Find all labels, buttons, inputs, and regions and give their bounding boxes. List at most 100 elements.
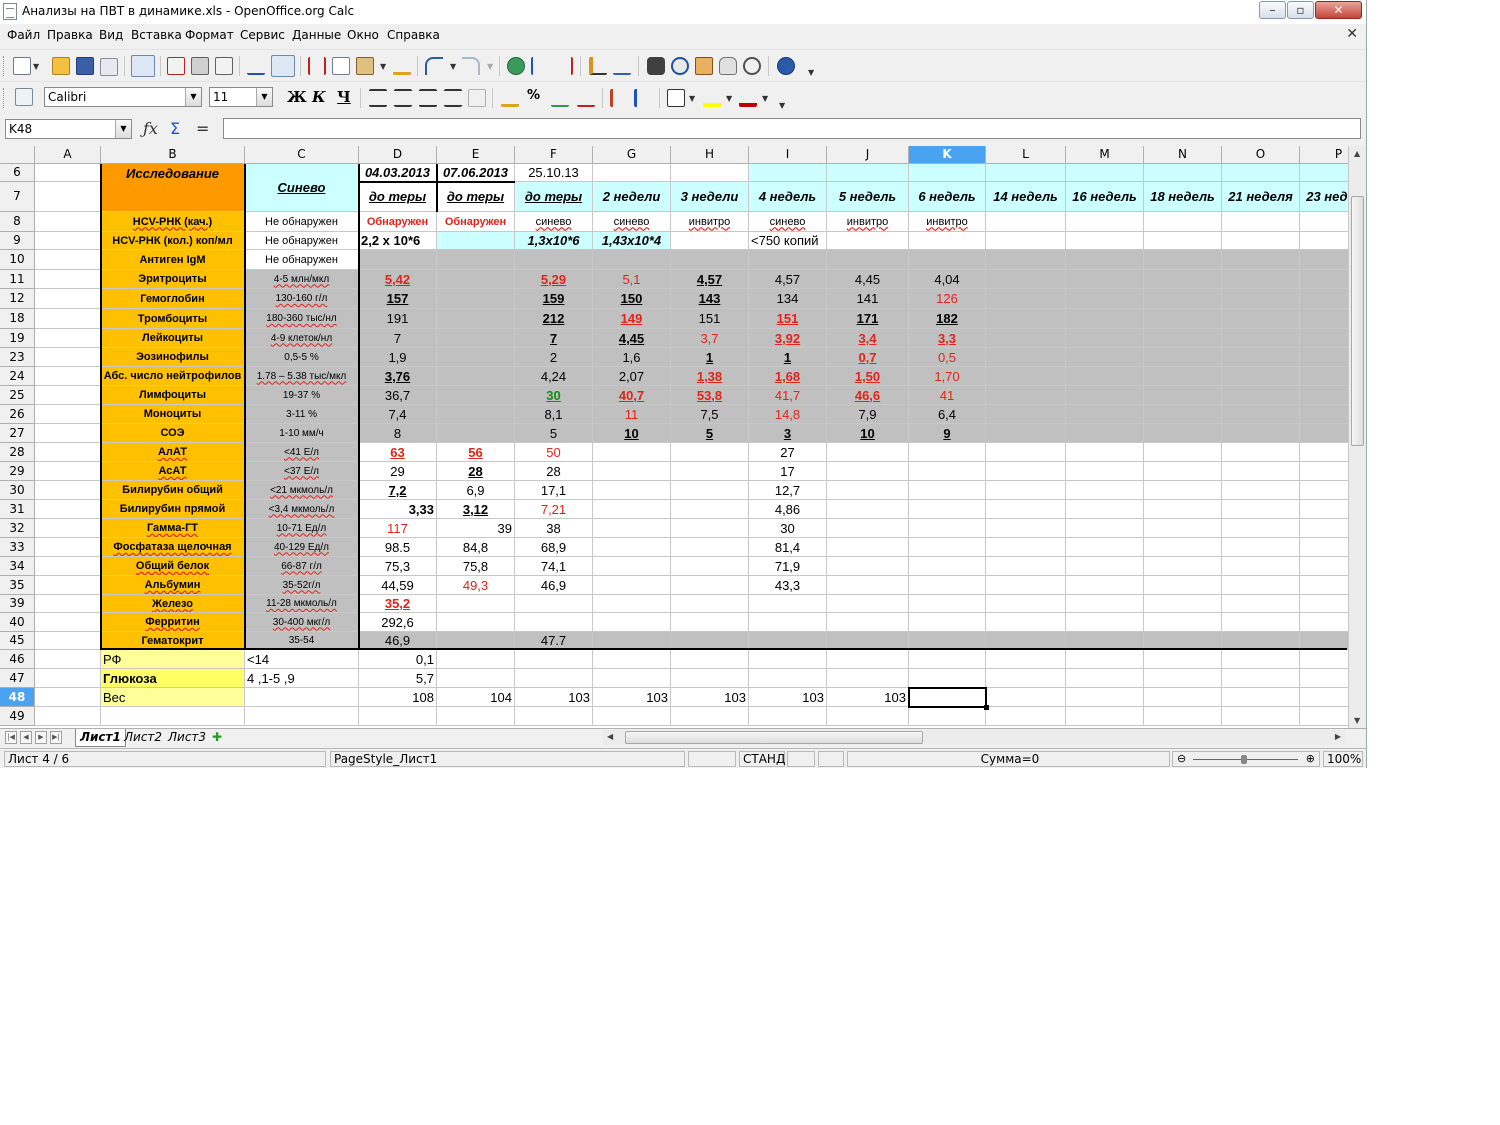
cell-c26[interactable]: 3-11 %	[245, 405, 359, 424]
cell-i9[interactable]: <750 копий	[749, 232, 827, 250]
cell-f10[interactable]	[515, 250, 593, 270]
cell-p33[interactable]	[1300, 538, 1348, 557]
cell-l8[interactable]	[986, 212, 1066, 232]
cell-o12[interactable]	[1222, 289, 1300, 309]
cell-n24[interactable]	[1144, 367, 1222, 386]
chevron-down-icon[interactable]: ▼	[185, 88, 201, 106]
menu-edit[interactable]: Правка	[47, 28, 93, 42]
cell-f18[interactable]: 212	[515, 309, 593, 329]
cell-p27[interactable]	[1300, 424, 1348, 443]
cell-j29[interactable]	[827, 462, 909, 481]
cell-e29[interactable]: 28	[437, 462, 515, 481]
cell-a11[interactable]	[35, 270, 101, 289]
cell-d46[interactable]: 0,1	[359, 650, 437, 669]
cell-l46[interactable]	[986, 650, 1066, 669]
cell-l48[interactable]	[986, 688, 1066, 707]
cell-i24[interactable]: 1,68	[749, 367, 827, 386]
cell-p23[interactable]	[1300, 348, 1348, 367]
cell-l47[interactable]	[986, 669, 1066, 688]
cell-h8[interactable]: инвитро	[671, 212, 749, 232]
cell-b12[interactable]: Гемоглобин	[101, 289, 245, 309]
cell-i11[interactable]: 4,57	[749, 270, 827, 289]
cell-p6[interactable]	[1300, 164, 1348, 182]
cell-e7[interactable]: до теры	[437, 182, 515, 212]
cell-n39[interactable]	[1144, 595, 1222, 613]
cell-n10[interactable]	[1144, 250, 1222, 270]
cell-a32[interactable]	[35, 519, 101, 538]
cell-d33[interactable]: 98.5	[359, 538, 437, 557]
cell-e10[interactable]	[437, 250, 515, 270]
cell-b29[interactable]: АсАТ	[101, 462, 245, 481]
cell-m27[interactable]	[1066, 424, 1144, 443]
cell-d34[interactable]: 75,3	[359, 557, 437, 576]
cell-o7[interactable]: 21 неделя	[1222, 182, 1300, 212]
cell-o47[interactable]	[1222, 669, 1300, 688]
cell-n9[interactable]	[1144, 232, 1222, 250]
cell-j47[interactable]	[827, 669, 909, 688]
toolbar-grip[interactable]	[3, 56, 7, 76]
cell-i31[interactable]: 4,86	[749, 500, 827, 519]
formula-input[interactable]	[223, 118, 1361, 139]
cell-b40[interactable]: Ферритин	[101, 613, 245, 632]
scroll-right-icon[interactable]: ▶	[1335, 732, 1341, 741]
cell-p18[interactable]	[1300, 309, 1348, 329]
cell-h49[interactable]	[671, 707, 749, 726]
cell-e48[interactable]: 104	[437, 688, 515, 707]
open-icon[interactable]	[52, 57, 70, 75]
scroll-down-icon[interactable]: ▼	[1354, 716, 1360, 725]
cell-m35[interactable]	[1066, 576, 1144, 595]
cell-e31[interactable]: 3,12	[437, 500, 515, 519]
row-header-45[interactable]: 45	[0, 632, 35, 650]
toolbar-options-icon[interactable]: ▼	[808, 68, 814, 77]
cell-f47[interactable]	[515, 669, 593, 688]
cell-n12[interactable]	[1144, 289, 1222, 309]
cell-a29[interactable]	[35, 462, 101, 481]
row-header-31[interactable]: 31	[0, 500, 35, 519]
cell-h47[interactable]	[671, 669, 749, 688]
cell-p49[interactable]	[1300, 707, 1348, 726]
zoom-level[interactable]: 100%	[1323, 751, 1363, 767]
cell-a47[interactable]	[35, 669, 101, 688]
cell-i28[interactable]: 27	[749, 443, 827, 462]
cell-f11[interactable]: 5,29	[515, 270, 593, 289]
cell-i35[interactable]: 43,3	[749, 576, 827, 595]
row-header-19[interactable]: 19	[0, 329, 35, 348]
cell-h25[interactable]: 53,8	[671, 386, 749, 405]
cell-i33[interactable]: 81,4	[749, 538, 827, 557]
row-header-49[interactable]: 49	[0, 707, 35, 726]
row-header-8[interactable]: 8	[0, 212, 35, 232]
cell-m25[interactable]	[1066, 386, 1144, 405]
cell-a7[interactable]	[35, 182, 101, 212]
cell-d27[interactable]: 8	[359, 424, 437, 443]
cell-a48[interactable]	[35, 688, 101, 707]
cell-l29[interactable]	[986, 462, 1066, 481]
cell-c30[interactable]: <21 мкмоль/л	[245, 481, 359, 500]
cell-j34[interactable]	[827, 557, 909, 576]
column-header-o[interactable]: O	[1222, 146, 1300, 164]
font-size-combo[interactable]: 11 ▼	[209, 87, 273, 107]
cell-g10[interactable]	[593, 250, 671, 270]
row-header-47[interactable]: 47	[0, 669, 35, 688]
cell-f33[interactable]: 68,9	[515, 538, 593, 557]
formula-icon[interactable]: =	[196, 119, 209, 138]
cell-m24[interactable]	[1066, 367, 1144, 386]
row-header-11[interactable]: 11	[0, 270, 35, 289]
cell-k19[interactable]: 3,3	[909, 329, 986, 348]
borders-dropdown-icon[interactable]: ▼	[689, 94, 695, 103]
cell-m11[interactable]	[1066, 270, 1144, 289]
cell-e39[interactable]	[437, 595, 515, 613]
add-decimal-icon[interactable]	[551, 89, 569, 107]
cell-m30[interactable]	[1066, 481, 1144, 500]
cell-h40[interactable]	[671, 613, 749, 632]
percent-format-icon[interactable]: %	[527, 88, 540, 103]
cell-h9[interactable]	[671, 232, 749, 250]
cell-a23[interactable]	[35, 348, 101, 367]
cell-h30[interactable]	[671, 481, 749, 500]
cell-k33[interactable]	[909, 538, 986, 557]
cell-l49[interactable]	[986, 707, 1066, 726]
cell-m29[interactable]	[1066, 462, 1144, 481]
menu-format[interactable]: Формат	[185, 28, 234, 42]
cell-i46[interactable]	[749, 650, 827, 669]
cell-i32[interactable]: 30	[749, 519, 827, 538]
cell-a30[interactable]	[35, 481, 101, 500]
